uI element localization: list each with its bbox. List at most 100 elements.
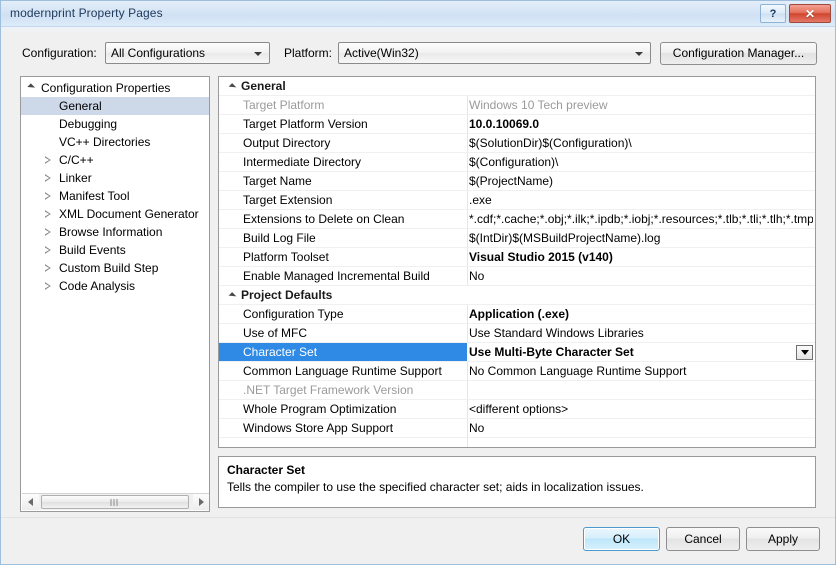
property-name: Extensions to Delete on Clean: [243, 212, 405, 226]
chevron-down-icon[interactable]: [21, 79, 39, 97]
property-category-general[interactable]: General: [219, 77, 815, 96]
property-value[interactable]: $(ProjectName): [469, 172, 813, 191]
sidebar-item-code-analysis[interactable]: Code Analysis: [21, 277, 209, 295]
chevron-down-icon[interactable]: [225, 286, 239, 305]
sidebar-item-debugging[interactable]: Debugging: [21, 115, 209, 133]
ok-button[interactable]: OK: [583, 527, 660, 551]
property-name: Enable Managed Incremental Build: [243, 269, 430, 283]
property-row-build-log-file[interactable]: Build Log File $(IntDir)$(MSBuildProjectN…: [219, 229, 815, 248]
property-value[interactable]: Visual Studio 2015 (v140): [469, 248, 813, 267]
property-value[interactable]: 10.0.10069.0: [469, 115, 813, 134]
sidebar-item-label: Custom Build Step: [59, 261, 159, 275]
property-row-target-platform[interactable]: Target Platform Windows 10 Tech preview: [219, 96, 815, 115]
property-value-dropdown-button[interactable]: [796, 345, 813, 360]
sidebar-item-label: Linker: [59, 171, 92, 185]
property-value[interactable]: No: [469, 419, 813, 438]
chevron-down-icon: [254, 52, 262, 56]
close-icon: ✕: [804, 6, 816, 21]
sidebar-item-xml-document-generator[interactable]: XML Document Generator: [21, 205, 209, 223]
help-icon: ?: [769, 7, 777, 20]
chevron-right-icon[interactable]: [39, 151, 57, 169]
property-category-label: General: [241, 79, 286, 93]
property-name: Windows Store App Support: [243, 421, 394, 435]
property-row-configuration-type[interactable]: Configuration Type Application (.exe): [219, 305, 815, 324]
sidebar-item-build-events[interactable]: Build Events: [21, 241, 209, 259]
property-row-whole-program-optimization[interactable]: Whole Program Optimization <different opt…: [219, 400, 815, 419]
property-row-net-target-framework-version[interactable]: .NET Target Framework Version: [219, 381, 815, 400]
chevron-right-icon[interactable]: [39, 205, 57, 223]
close-button[interactable]: ✕: [789, 4, 831, 23]
property-row-intermediate-directory[interactable]: Intermediate Directory $(Configuration)\: [219, 153, 815, 172]
property-row-target-name[interactable]: Target Name $(ProjectName): [219, 172, 815, 191]
platform-label: Platform:: [284, 46, 333, 60]
sidebar-item-manifest-tool[interactable]: Manifest Tool: [21, 187, 209, 205]
scroll-left-icon[interactable]: [22, 494, 39, 510]
property-row-common-language-runtime-support[interactable]: Common Language Runtime Support No Common…: [219, 362, 815, 381]
platform-dropdown-value: Active(Win32): [344, 46, 419, 60]
property-grid-rows: General Target Platform Windows 10 Tech pr…: [219, 77, 815, 438]
sidebar-item-linker[interactable]: Linker: [21, 169, 209, 187]
configuration-dropdown[interactable]: All Configurations: [105, 42, 270, 64]
chevron-right-icon[interactable]: [39, 259, 57, 277]
chevron-right-icon[interactable]: [39, 277, 57, 295]
scroll-right-icon[interactable]: [193, 494, 209, 510]
configuration-dropdown-value: All Configurations: [111, 46, 206, 60]
sidebar-item-label: Code Analysis: [59, 279, 136, 293]
tree-item-list: Configuration Properties General Debugging…: [21, 79, 209, 295]
sidebar-item-custom-build-step[interactable]: Custom Build Step: [21, 259, 209, 277]
property-value[interactable]: *.cdf;*.cache;*.obj;*.ilk;*.ipdb;*.iobj;…: [469, 210, 813, 229]
property-row-platform-toolset[interactable]: Platform Toolset Visual Studio 2015 (v140…: [219, 248, 815, 267]
property-value[interactable]: Windows 10 Tech preview: [469, 96, 813, 115]
property-row-character-set[interactable]: Character Set Use Multi-Byte Character Se…: [219, 343, 815, 362]
sidebar-item-general[interactable]: General: [21, 97, 209, 115]
chevron-right-icon[interactable]: [39, 187, 57, 205]
chevron-right-icon[interactable]: [39, 223, 57, 241]
chevron-down-icon[interactable]: [225, 77, 239, 96]
scrollbar-thumb[interactable]: [41, 495, 189, 509]
property-value[interactable]: Use Standard Windows Libraries: [469, 324, 813, 343]
configuration-properties-tree[interactable]: Configuration Properties General Debugging…: [20, 76, 210, 512]
property-value[interactable]: No: [469, 267, 813, 286]
tree-horizontal-scrollbar[interactable]: [22, 493, 209, 510]
configuration-manager-button[interactable]: Configuration Manager...: [660, 42, 817, 65]
configuration-label: Configuration:: [22, 46, 97, 60]
property-row-target-platform-version[interactable]: Target Platform Version 10.0.10069.0: [219, 115, 815, 134]
property-category-label: Project Defaults: [241, 288, 333, 302]
sidebar-item-c-c[interactable]: C/C++: [21, 151, 209, 169]
property-value[interactable]: <different options>: [469, 400, 813, 419]
property-value[interactable]: Application (.exe): [469, 305, 813, 324]
property-row-output-directory[interactable]: Output Directory $(SolutionDir)$(Configur…: [219, 134, 815, 153]
property-value[interactable]: No Common Language Runtime Support: [469, 362, 813, 381]
help-button[interactable]: ?: [760, 4, 786, 23]
sidebar-item-label: General: [59, 99, 102, 113]
property-category-project-defaults[interactable]: Project Defaults: [219, 286, 815, 305]
platform-dropdown[interactable]: Active(Win32): [338, 42, 651, 64]
sidebar-item-vc-directories[interactable]: VC++ Directories: [21, 133, 209, 151]
property-value[interactable]: Use Multi-Byte Character Set: [469, 343, 813, 362]
chevron-right-icon[interactable]: [39, 169, 57, 187]
sidebar-item-browse-information[interactable]: Browse Information: [21, 223, 209, 241]
property-pages-dialog: modernprint Property Pages ? ✕ Configura…: [0, 0, 836, 565]
apply-button[interactable]: Apply: [746, 527, 820, 551]
property-row-extensions-to-delete-on-clean[interactable]: Extensions to Delete on Clean *.cdf;*.cac…: [219, 210, 815, 229]
sidebar-item-label: Manifest Tool: [59, 189, 130, 203]
property-value[interactable]: $(IntDir)$(MSBuildProjectName).log: [469, 229, 813, 248]
property-value[interactable]: $(SolutionDir)$(Configuration)\: [469, 134, 813, 153]
property-row-use-of-mfc[interactable]: Use of MFC Use Standard Windows Libraries: [219, 324, 815, 343]
chevron-right-icon[interactable]: [39, 241, 57, 259]
property-row-windows-store-app-support[interactable]: Windows Store App Support No: [219, 419, 815, 438]
property-name: Character Set: [219, 343, 467, 362]
property-value[interactable]: $(Configuration)\: [469, 153, 813, 172]
property-row-target-extension[interactable]: Target Extension .exe: [219, 191, 815, 210]
cancel-button[interactable]: Cancel: [666, 527, 740, 551]
property-value[interactable]: .exe: [469, 191, 813, 210]
chevron-down-icon: [635, 52, 643, 56]
sidebar-item-configuration-properties[interactable]: Configuration Properties: [21, 79, 209, 97]
sidebar-item-label: VC++ Directories: [59, 135, 151, 149]
property-row-enable-managed-incremental-build[interactable]: Enable Managed Incremental Build No: [219, 267, 815, 286]
property-grid[interactable]: General Target Platform Windows 10 Tech pr…: [218, 76, 816, 448]
property-name: Target Platform: [243, 98, 325, 112]
